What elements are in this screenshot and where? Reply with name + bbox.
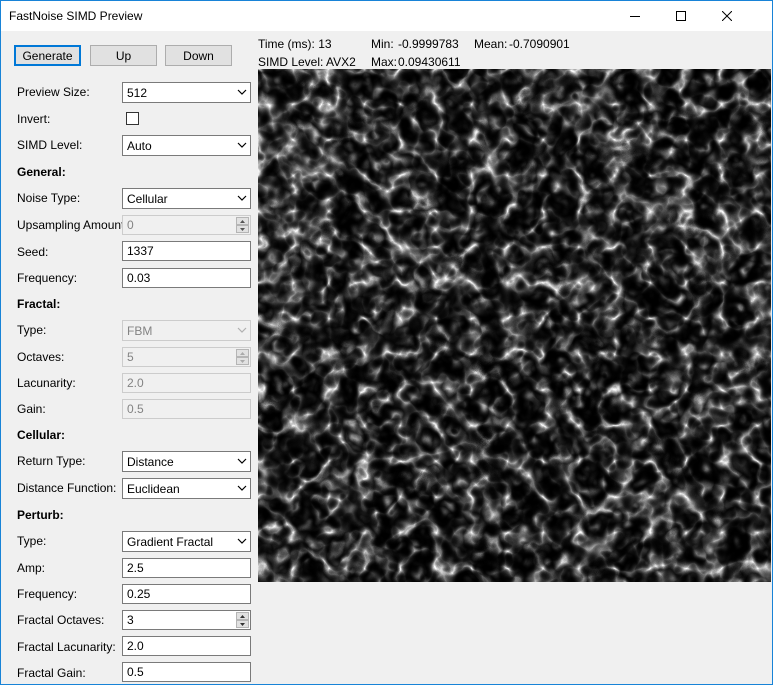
lacunarity-label: Lacunarity:	[17, 376, 76, 390]
spin-up-icon[interactable]	[236, 217, 249, 225]
spin-up-icon[interactable]	[236, 349, 249, 357]
down-button[interactable]: Down	[165, 45, 232, 66]
spin-down-icon[interactable]	[236, 225, 249, 233]
general-heading: General:	[17, 165, 66, 179]
return-type-value: Distance	[127, 455, 174, 469]
noise-preview-image	[258, 69, 771, 582]
fractal-heading: Fractal:	[17, 297, 61, 311]
close-button[interactable]	[704, 1, 750, 31]
fractal-octaves-spin-buttons	[236, 612, 249, 628]
upsampling-amount-stepper[interactable]: 0	[122, 215, 251, 235]
noise-preview-render	[258, 69, 771, 582]
fractal-type-value: FBM	[127, 324, 153, 338]
fractal-octaves-label: Fractal Octaves:	[17, 613, 105, 627]
perturb-heading: Perturb:	[17, 508, 64, 522]
max-value: 0.09430611	[398, 55, 461, 69]
perturb-type-value: Gradient Fractal	[127, 535, 214, 549]
octaves-spin-buttons	[236, 349, 249, 365]
time-readout: Time (ms): 13	[258, 37, 332, 51]
up-button[interactable]: Up	[90, 45, 157, 66]
perturb-frequency-label: Frequency:	[17, 587, 78, 601]
noise-type-value: Cellular	[127, 192, 168, 206]
close-icon	[722, 11, 732, 21]
perturb-type-label: Type:	[17, 534, 47, 548]
noise-type-label: Noise Type:	[17, 191, 81, 205]
chevron-down-icon	[237, 195, 247, 201]
perturb-frequency-input[interactable]: 0.25	[122, 584, 251, 604]
chevron-down-icon	[237, 142, 247, 148]
amp-input[interactable]: 2.5	[122, 558, 251, 578]
spin-up-icon[interactable]	[236, 612, 249, 620]
mean-value: -0.7090901	[509, 37, 570, 51]
window-title: FastNoise SIMD Preview	[9, 9, 143, 23]
minimize-button[interactable]	[612, 1, 658, 31]
fractal-octaves-stepper[interactable]: 3	[122, 610, 251, 630]
preview-size-select[interactable]: 512	[122, 82, 251, 103]
client-area: Generate Up Down Preview Size: 512 Inver…	[1, 31, 772, 684]
amp-label: Amp:	[17, 561, 46, 575]
chevron-down-icon	[237, 89, 247, 95]
noise-preview-pattern	[258, 69, 771, 582]
fractal-type-label: Type:	[17, 323, 47, 337]
gain-input[interactable]: 0.5	[122, 399, 251, 419]
distance-function-label: Distance Function:	[17, 481, 117, 495]
cellular-heading: Cellular:	[17, 428, 66, 442]
chevron-down-icon	[237, 538, 247, 544]
maximize-icon	[676, 11, 686, 21]
invert-label: Invert:	[17, 112, 51, 126]
return-type-label: Return Type:	[17, 454, 86, 468]
fractal-lacunarity-input[interactable]: 2.0	[122, 636, 251, 656]
perturb-type-select[interactable]: Gradient Fractal	[122, 531, 251, 552]
fractal-lacunarity-label: Fractal Lacunarity:	[17, 640, 116, 654]
return-type-select[interactable]: Distance	[122, 451, 251, 472]
chevron-down-icon	[237, 327, 247, 333]
lacunarity-input[interactable]: 2.0	[122, 373, 251, 393]
simd-level-label: SIMD Level:	[17, 138, 83, 152]
spin-down-icon[interactable]	[236, 620, 249, 628]
fractal-gain-input[interactable]: 0.5	[122, 662, 251, 682]
invert-checkbox[interactable]	[126, 112, 139, 125]
fractal-type-select[interactable]: FBM	[122, 320, 251, 341]
distance-function-select[interactable]: Euclidean	[122, 478, 251, 499]
app-window: FastNoise SIMD Preview Generate Up Down …	[0, 0, 773, 685]
minimize-icon	[630, 16, 640, 17]
simd-level-readout: SIMD Level: AVX2	[258, 55, 356, 69]
fractal-octaves-value: 3	[127, 613, 134, 627]
octaves-stepper[interactable]: 5	[122, 347, 251, 367]
chevron-down-icon	[237, 458, 247, 464]
upsampling-amount-value: 0	[127, 218, 134, 232]
min-value: -0.9999783	[398, 37, 459, 51]
fractal-gain-label: Fractal Gain:	[17, 666, 86, 680]
upsampling-spin-buttons	[236, 217, 249, 233]
frequency-input[interactable]: 0.03	[122, 268, 251, 288]
preview-size-label: Preview Size:	[17, 85, 90, 99]
seed-label: Seed:	[17, 245, 49, 259]
gain-label: Gain:	[17, 402, 46, 416]
max-label: Max:	[371, 55, 398, 69]
generate-button[interactable]: Generate	[14, 45, 81, 66]
simd-level-select[interactable]: Auto	[122, 135, 251, 156]
octaves-label: Octaves:	[17, 350, 65, 364]
min-label: Min:	[371, 37, 394, 51]
maximize-button[interactable]	[658, 1, 704, 31]
seed-input[interactable]: 1337	[122, 241, 251, 261]
mean-label: Mean:	[474, 37, 508, 51]
upsampling-amount-label: Upsampling Amount:	[17, 218, 128, 232]
chevron-down-icon	[237, 485, 247, 491]
title-bar[interactable]: FastNoise SIMD Preview	[1, 1, 772, 31]
octaves-value: 5	[127, 350, 134, 364]
frequency-label: Frequency:	[17, 271, 78, 285]
noise-type-select[interactable]: Cellular	[122, 188, 251, 209]
distance-function-value: Euclidean	[127, 482, 180, 496]
preview-size-value: 512	[127, 86, 148, 100]
spin-down-icon[interactable]	[236, 357, 249, 365]
simd-level-value: Auto	[127, 139, 152, 153]
